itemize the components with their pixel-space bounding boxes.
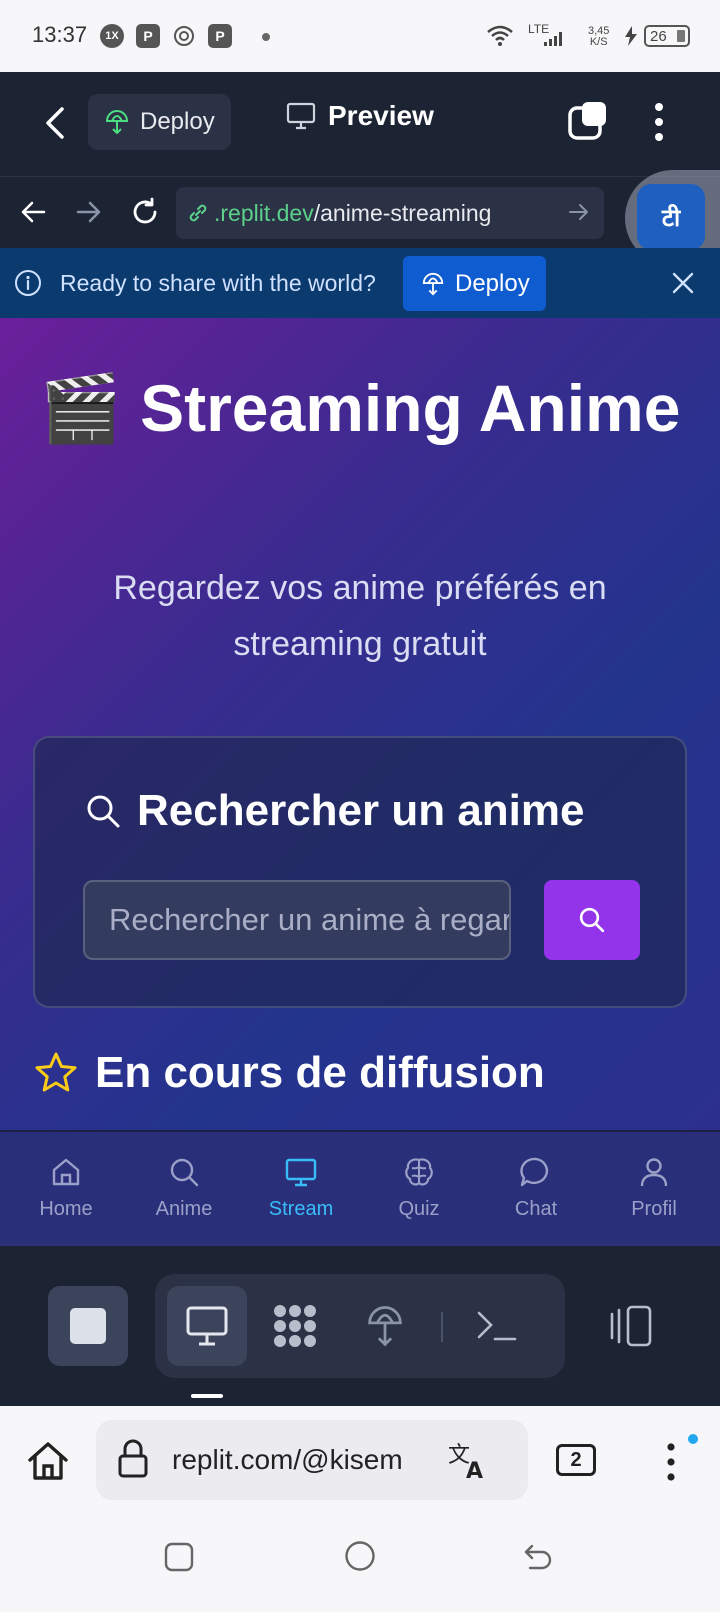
webview-url-bar: .replit.dev /anime-streaming: [0, 176, 720, 248]
brain-icon: [401, 1154, 437, 1190]
app-bottom-nav: Home Anime Stream Quiz Chat Profil: [0, 1130, 720, 1246]
search-icon: [85, 793, 121, 829]
wifi-icon: [486, 24, 514, 46]
signal-icon: [544, 32, 566, 46]
browser-menu-icon[interactable]: [666, 1442, 676, 1482]
network-speed: 3,45 K/S: [588, 25, 610, 48]
info-icon: [14, 269, 42, 297]
user-icon: [636, 1154, 672, 1190]
browser-bar: replit.com/@kisem 文A 2: [0, 1406, 720, 1516]
app-p-icon: P: [136, 24, 160, 48]
app-1x-icon: 1X: [100, 24, 124, 48]
nav-profil[interactable]: Profil: [599, 1154, 709, 1221]
search-card: Rechercher un anime Rechercher un anime …: [33, 736, 687, 1008]
search-heading: Rechercher un anime: [85, 786, 585, 836]
clapperboard-emoji: 🎬: [39, 371, 122, 445]
replit-toolbar: [0, 1246, 720, 1406]
deploy-icon: [104, 109, 130, 135]
go-arrow-icon[interactable]: [568, 201, 590, 223]
back-gesture-icon[interactable]: [522, 1542, 554, 1572]
url-path: /anime-streaming: [313, 199, 492, 226]
app-p-icon: P: [208, 24, 232, 48]
replit-header: Deploy Preview: [0, 72, 720, 176]
banner-deploy-button[interactable]: Deploy: [403, 256, 546, 311]
translate-icon[interactable]: 文A: [446, 1438, 490, 1482]
preview-tab[interactable]: Preview: [286, 100, 434, 132]
deploy-icon: [365, 1304, 405, 1348]
status-time: 13:37: [32, 22, 88, 47]
anime-search-input[interactable]: Rechercher un anime à regarder...: [83, 880, 511, 960]
charging-icon: [624, 26, 638, 46]
monitor-icon: [283, 1154, 319, 1190]
page-subtitle: Regardez vos anime préférés en streaming…: [113, 569, 607, 663]
nav-anime[interactable]: Anime: [129, 1154, 239, 1221]
battery-indicator: 26: [644, 25, 690, 47]
lock-icon: [116, 1438, 150, 1480]
toolbar-handle: [191, 1394, 223, 1398]
notification-dot: [262, 33, 270, 41]
preview-label: Preview: [328, 100, 434, 131]
home-icon[interactable]: [26, 1440, 70, 1482]
webview-url-field[interactable]: .replit.dev /anime-streaming: [176, 187, 604, 239]
section-title: En cours de diffusion: [33, 1048, 545, 1098]
chat-icon: [518, 1154, 554, 1190]
star-icon: [33, 1050, 79, 1096]
search-button[interactable]: [544, 880, 640, 960]
nav-forward-icon[interactable]: [76, 199, 102, 225]
agent-icon: [270, 1301, 320, 1351]
layout-toggle-icon[interactable]: [608, 1304, 654, 1348]
url-host: .replit.dev: [214, 199, 314, 226]
deploy-label: Deploy: [140, 108, 215, 135]
recents-icon[interactable]: [164, 1542, 194, 1572]
deploy-button[interactable]: Deploy: [88, 94, 231, 150]
floating-app-label: टी: [637, 184, 705, 250]
deploy-banner: Ready to share with the world? Deploy: [0, 248, 720, 318]
close-icon[interactable]: [672, 272, 694, 294]
stop-button[interactable]: [48, 1286, 128, 1366]
webview-tool-button[interactable]: [167, 1286, 247, 1366]
nav-quiz[interactable]: Quiz: [364, 1154, 474, 1221]
nav-home[interactable]: Home: [11, 1154, 121, 1221]
monitor-icon: [286, 102, 316, 130]
link-icon: [186, 201, 210, 225]
banner-deploy-label: Deploy: [455, 269, 530, 297]
tabs-switcher-icon[interactable]: [568, 100, 610, 142]
divider: [441, 1312, 443, 1342]
home-circle-icon[interactable]: [344, 1540, 376, 1572]
svg-text:A: A: [466, 1459, 483, 1482]
home-icon: [48, 1154, 84, 1190]
browser-url: replit.com/@kisem: [172, 1444, 403, 1475]
tool-group: [155, 1274, 565, 1378]
terminal-icon: [475, 1309, 519, 1343]
deploy-tool-button[interactable]: [345, 1286, 425, 1366]
search-icon: [166, 1154, 202, 1190]
openai-icon: [172, 24, 196, 48]
nav-stream[interactable]: Stream: [246, 1154, 356, 1221]
system-nav-bar: [0, 1516, 720, 1612]
deploy-icon: [421, 272, 445, 296]
page-title: 🎬 Streaming Anime: [39, 371, 681, 445]
back-icon[interactable]: [44, 106, 66, 140]
nav-chat[interactable]: Chat: [481, 1154, 591, 1221]
nav-back-icon[interactable]: [20, 199, 46, 225]
tab-count[interactable]: 2: [556, 1444, 596, 1476]
menu-notification-dot: [688, 1434, 698, 1444]
reload-icon[interactable]: [130, 197, 160, 227]
banner-message: Ready to share with the world?: [60, 270, 376, 296]
status-bar: 13:37 1X P P LTE 3,45 K/S 26: [0, 0, 720, 72]
agent-tool-button[interactable]: [255, 1286, 335, 1366]
browser-address-field[interactable]: replit.com/@kisem 文A: [96, 1420, 528, 1500]
search-icon: [577, 905, 607, 935]
shell-tool-button[interactable]: [457, 1286, 537, 1366]
monitor-icon: [185, 1305, 229, 1347]
more-vertical-icon[interactable]: [654, 102, 664, 142]
stop-icon: [70, 1308, 106, 1344]
preview-content: 🎬 Streaming Anime Regardez vos anime pré…: [0, 318, 720, 1130]
